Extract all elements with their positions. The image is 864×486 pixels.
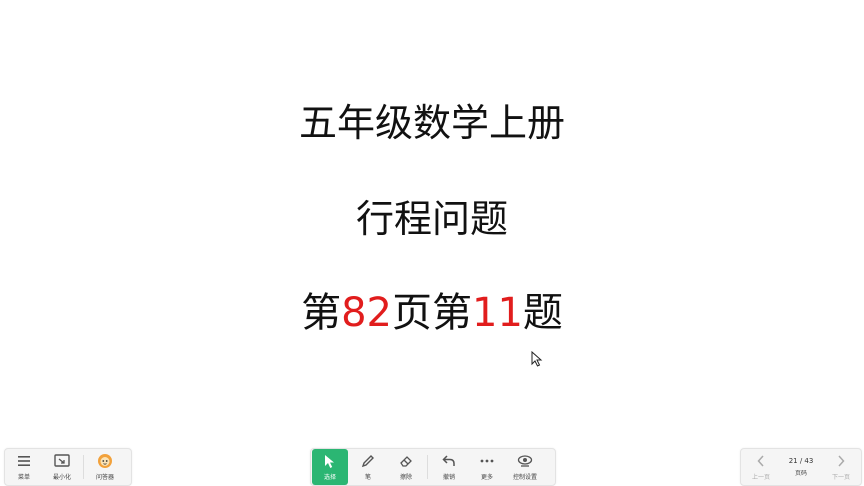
pen-tool-button[interactable]: 笔 [349, 449, 387, 485]
page-number: 82 [341, 290, 392, 336]
slide-subtitle: 行程问题 [355, 197, 508, 241]
undo-label: 撤销 [442, 474, 455, 481]
assistant-button[interactable]: 问答器 [86, 449, 124, 485]
assistant-label: 问答器 [95, 474, 114, 481]
eraser-tool-button[interactable]: 擦除 [387, 449, 425, 485]
page-indicator: 21 / 43 [788, 457, 814, 465]
assistant-icon [97, 453, 113, 469]
problem-text-2: 页第 [392, 290, 472, 336]
eraser-tool-label: 擦除 [399, 474, 412, 481]
problem-number: 11 [472, 290, 523, 336]
chevron-left-icon [753, 453, 769, 469]
page-indicator-button[interactable]: 21 / 43 页码 [781, 449, 821, 485]
settings-icon [517, 453, 533, 469]
select-tool-label: 选择 [323, 474, 336, 481]
toolbar-divider [427, 455, 428, 479]
page-label: 页码 [794, 470, 807, 477]
more-button[interactable]: 更多 [468, 449, 506, 485]
next-page-button[interactable]: 下一页 [821, 449, 861, 485]
slide-title: 五年级数学上册 [298, 101, 565, 145]
toolbar-center: 选择 笔 擦除 撤销 更多 控制设置 [310, 448, 556, 486]
minimize-button[interactable]: 最小化 [43, 449, 81, 485]
undo-icon [441, 453, 457, 469]
cursor-icon [322, 453, 338, 469]
mouse-pointer-icon [531, 351, 543, 367]
toolbar-pagination: 上一页 21 / 43 页码 下一页 [740, 448, 862, 486]
problem-text-1: 第 [301, 290, 342, 336]
toolbar-divider [83, 455, 84, 479]
menu-label: 菜单 [17, 474, 30, 481]
prev-page-label: 上一页 [751, 474, 770, 481]
eraser-icon [398, 453, 414, 469]
control-settings-button[interactable]: 控制设置 [506, 449, 544, 485]
undo-button[interactable]: 撤销 [430, 449, 468, 485]
chevron-right-icon [833, 453, 849, 469]
minimize-label: 最小化 [52, 474, 71, 481]
select-tool-button[interactable]: 选择 [312, 449, 348, 485]
toolbar-left: 菜单 最小化 问答器 [4, 448, 132, 486]
next-page-label: 下一页 [831, 474, 850, 481]
problem-text-3: 题 [522, 290, 563, 336]
slide-canvas: 五年级数学上册 行程问题 第82页第11题 [0, 0, 864, 446]
pen-icon [360, 453, 376, 469]
slide-problem-reference: 第82页第11题 [0, 280, 864, 338]
control-settings-label: 控制设置 [512, 474, 537, 481]
more-icon [479, 453, 495, 469]
menu-icon [16, 453, 32, 469]
pen-tool-label: 笔 [364, 474, 371, 481]
prev-page-button[interactable]: 上一页 [741, 449, 781, 485]
menu-button[interactable]: 菜单 [5, 449, 43, 485]
more-label: 更多 [480, 474, 493, 481]
minimize-icon [54, 453, 70, 469]
